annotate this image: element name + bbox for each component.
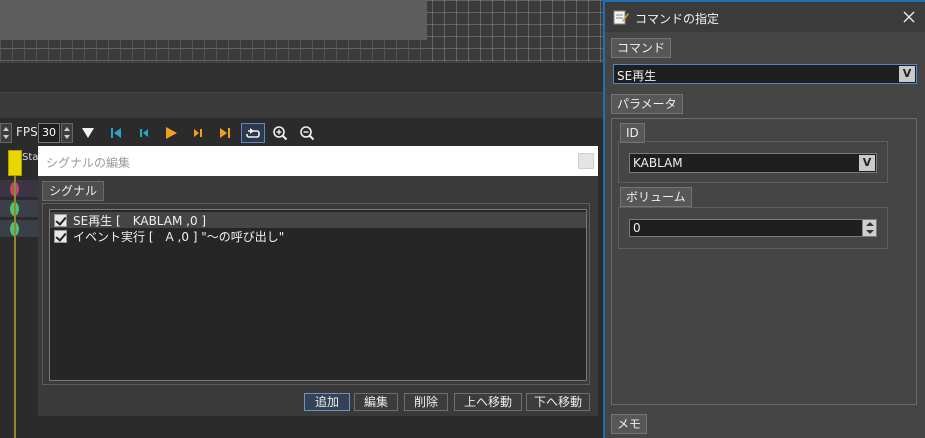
command-panel: コマンドの指定 コマンド SE再生 V パラメータ ID KABLAM V ボリ… (603, 0, 925, 438)
track-row[interactable] (0, 220, 38, 238)
command-select-value: SE再生 (617, 69, 657, 83)
signal-list-item[interactable]: イベント実行 [ A ,0 ] "〜の呼び出し" (50, 228, 586, 244)
playback-toolbar: FPS 30 (0, 121, 605, 145)
timeline-divider-band (0, 62, 605, 92)
id-select[interactable]: KABLAM V (629, 153, 877, 173)
stepper-arrows-icon[interactable] (862, 220, 876, 236)
delete-signal-button[interactable]: 削除 (404, 393, 448, 411)
signal-group-frame: SE再生 [ KABLAM ,0 ] イベント実行 [ A ,0 ] "〜の呼び… (42, 203, 590, 385)
signal-edit-dialog: シグナルの編集 シグナル SE再生 [ KABLAM ,0 ] イベント実行 [… (38, 146, 598, 416)
zoom-out-icon (300, 126, 315, 141)
skip-to-start-icon (111, 128, 121, 138)
signal-list-item[interactable]: SE再生 [ KABLAM ,0 ] (50, 212, 586, 228)
loop-toggle-button[interactable] (241, 123, 265, 143)
loop-icon (246, 128, 260, 138)
signal-checkbox[interactable] (54, 213, 67, 227)
command-panel-title: コマンドの指定 (635, 12, 720, 26)
triangle-down-icon (82, 128, 94, 138)
id-select-value: KABLAM (633, 156, 683, 170)
go-to-start-button[interactable] (106, 123, 126, 143)
edit-document-icon (613, 10, 629, 25)
play-button[interactable] (161, 123, 181, 143)
volume-value: 0 (633, 221, 641, 235)
volume-group: 0 (618, 207, 888, 249)
parameter-label: パラメータ (611, 94, 683, 114)
track-row[interactable] (0, 200, 38, 218)
command-select[interactable]: SE再生 V (613, 64, 917, 84)
step-back-icon (140, 129, 148, 137)
volume-label: ボリューム (620, 187, 692, 207)
play-icon (166, 127, 177, 139)
signal-item-text: SE再生 [ KABLAM ,0 ] (73, 213, 207, 228)
zoom-in-icon (273, 126, 288, 141)
signal-dialog-close-button[interactable] (578, 153, 594, 169)
signal-list[interactable]: SE再生 [ KABLAM ,0 ] イベント実行 [ A ,0 ] "〜の呼び… (49, 209, 587, 381)
timeline-range-block (0, 0, 427, 40)
chevron-down-icon[interactable]: V (859, 155, 875, 171)
command-panel-titlebar[interactable]: コマンドの指定 (605, 0, 925, 32)
timeline-header-band (0, 92, 605, 118)
fps-input[interactable]: 30 (38, 123, 60, 143)
start-marker-line (14, 176, 16, 438)
start-marker[interactable] (8, 150, 22, 176)
volume-stepper[interactable]: 0 (629, 219, 877, 237)
id-group: KABLAM V (618, 141, 888, 183)
track-strip: Star (0, 150, 43, 438)
signal-dialog-titlebar[interactable]: シグナルの編集 (38, 146, 598, 176)
fps-spinner[interactable] (61, 123, 73, 143)
zoom-in-button[interactable] (270, 123, 290, 143)
signal-checkbox[interactable] (54, 229, 67, 243)
track-row[interactable] (0, 180, 38, 198)
go-to-end-button[interactable] (215, 123, 235, 143)
parameter-group: ID KABLAM V ボリューム 0 (611, 118, 917, 405)
move-down-button[interactable]: 下へ移動 (526, 393, 590, 411)
signal-dialog-title: シグナルの編集 (46, 156, 131, 170)
next-frame-button[interactable] (188, 123, 208, 143)
dropdown-triangle-button[interactable] (78, 123, 98, 143)
timeline-grid-strip (0, 40, 427, 62)
fps-label: FPS (16, 125, 38, 139)
edit-signal-button[interactable]: 編集 (354, 393, 398, 411)
signal-group-label: シグナル (42, 181, 105, 201)
id-label: ID (620, 123, 645, 143)
chevron-down-icon[interactable]: V (899, 66, 915, 82)
step-forward-icon (194, 129, 202, 137)
previous-frame-button[interactable] (134, 123, 154, 143)
command-label: コマンド (611, 38, 672, 58)
add-signal-button[interactable]: 追加 (304, 393, 350, 411)
signal-item-text: イベント実行 [ A ,0 ] "〜の呼び出し" (73, 229, 285, 244)
move-up-button[interactable]: 上へ移動 (454, 393, 522, 411)
memo-label: メモ (611, 414, 648, 434)
skip-to-end-icon (220, 128, 230, 138)
close-icon[interactable] (901, 9, 917, 25)
frame-spinner[interactable] (0, 123, 12, 143)
zoom-out-button[interactable] (297, 123, 317, 143)
timeline-grid[interactable] (0, 0, 605, 62)
